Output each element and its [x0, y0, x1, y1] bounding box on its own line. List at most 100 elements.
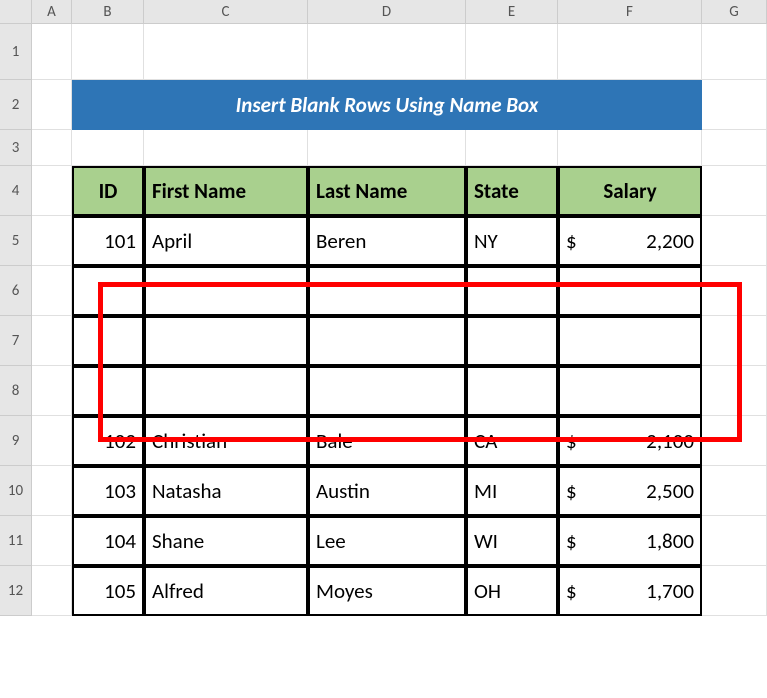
cell-C1[interactable] [144, 24, 308, 80]
select-all-corner[interactable] [0, 0, 32, 24]
cell-E5[interactable]: NY [466, 216, 558, 266]
cell-E1[interactable] [466, 24, 558, 80]
cell-B6[interactable] [72, 266, 144, 316]
cell-A6[interactable] [32, 266, 72, 316]
col-header-c[interactable]: C [144, 0, 308, 24]
cell-B9[interactable]: 102 [72, 416, 144, 466]
cell-G4[interactable] [702, 166, 767, 216]
cell-A5[interactable] [32, 216, 72, 266]
cell-C9[interactable]: Christian [144, 416, 308, 466]
cell-G2[interactable] [702, 80, 767, 130]
cell-D10[interactable]: Austin [308, 466, 466, 516]
cell-A7[interactable] [32, 316, 72, 366]
cell-F1[interactable] [558, 24, 702, 80]
col-header-b[interactable]: B [72, 0, 144, 24]
cell-G7[interactable] [702, 316, 767, 366]
row-header-5[interactable]: 5 [0, 216, 32, 266]
cell-D7[interactable] [308, 316, 466, 366]
header-lastName[interactable]: Last Name [308, 166, 466, 216]
cell-G10[interactable] [702, 466, 767, 516]
title-cell[interactable]: Insert Blank Rows Using Name Box [72, 80, 702, 130]
cell-D3[interactable] [308, 130, 466, 166]
header-state[interactable]: State [466, 166, 558, 216]
cell-D6[interactable] [308, 266, 466, 316]
cell-E6[interactable] [466, 266, 558, 316]
cell-E9[interactable]: CA [466, 416, 558, 466]
cell-G11[interactable] [702, 516, 767, 566]
cell-E7[interactable] [466, 316, 558, 366]
cell-G9[interactable] [702, 416, 767, 466]
cell-A3[interactable] [32, 130, 72, 166]
header-salary[interactable]: Salary [558, 166, 702, 216]
row-header-8[interactable]: 8 [0, 366, 32, 416]
col-header-g[interactable]: G [702, 0, 767, 24]
cell-F3[interactable] [558, 130, 702, 166]
row-header-3[interactable]: 3 [0, 130, 32, 166]
cell-C11[interactable]: Shane [144, 516, 308, 566]
row-header-1[interactable]: 1 [0, 24, 32, 80]
cell-D5[interactable]: Beren [308, 216, 466, 266]
header-firstName[interactable]: First Name [144, 166, 308, 216]
row-header-6[interactable]: 6 [0, 266, 32, 316]
cell-G12[interactable] [702, 566, 767, 616]
cell-B11[interactable]: 104 [72, 516, 144, 566]
cell-F7[interactable] [558, 316, 702, 366]
cell-B8[interactable] [72, 366, 144, 416]
cell-F9[interactable]: $2,100 [558, 416, 702, 466]
cell-C10[interactable]: Natasha [144, 466, 308, 516]
cell-F10[interactable]: $2,500 [558, 466, 702, 516]
row-header-12[interactable]: 12 [0, 566, 32, 616]
row-header-4[interactable]: 4 [0, 166, 32, 216]
cell-F6[interactable] [558, 266, 702, 316]
cell-B7[interactable] [72, 316, 144, 366]
cell-C5[interactable]: April [144, 216, 308, 266]
cell-F5[interactable]: $2,200 [558, 216, 702, 266]
cell-A4[interactable] [32, 166, 72, 216]
cell-C7[interactable] [144, 316, 308, 366]
cell-F8[interactable] [558, 366, 702, 416]
cell-C3[interactable] [144, 130, 308, 166]
col-header-a[interactable]: A [32, 0, 72, 24]
cell-D12[interactable]: Moyes [308, 566, 466, 616]
cell-B12[interactable]: 105 [72, 566, 144, 616]
cell-D9[interactable]: Bale [308, 416, 466, 466]
cell-A2[interactable] [32, 80, 72, 130]
cell-C8[interactable] [144, 366, 308, 416]
row-header-7[interactable]: 7 [0, 316, 32, 366]
cell-A9[interactable] [32, 416, 72, 466]
cell-D1[interactable] [308, 24, 466, 80]
cell-E12[interactable]: OH [466, 566, 558, 616]
cell-G1[interactable] [702, 24, 767, 80]
cell-E8[interactable] [466, 366, 558, 416]
cell-A1[interactable] [32, 24, 72, 80]
cell-A11[interactable] [32, 516, 72, 566]
row-header-11[interactable]: 11 [0, 516, 32, 566]
col-header-e[interactable]: E [466, 0, 558, 24]
row-header-9[interactable]: 9 [0, 416, 32, 466]
cell-A12[interactable] [32, 566, 72, 616]
col-header-f[interactable]: F [558, 0, 702, 24]
cell-D8[interactable] [308, 366, 466, 416]
cell-F12[interactable]: $1,700 [558, 566, 702, 616]
cell-C12[interactable]: Alfred [144, 566, 308, 616]
cell-E10[interactable]: MI [466, 466, 558, 516]
cell-E3[interactable] [466, 130, 558, 166]
cell-G5[interactable] [702, 216, 767, 266]
cell-A8[interactable] [32, 366, 72, 416]
cell-B10[interactable]: 103 [72, 466, 144, 516]
col-header-d[interactable]: D [308, 0, 466, 24]
cell-B3[interactable] [72, 130, 144, 166]
cell-F11[interactable]: $1,800 [558, 516, 702, 566]
cell-A10[interactable] [32, 466, 72, 516]
cell-C6[interactable] [144, 266, 308, 316]
header-id[interactable]: ID [72, 166, 144, 216]
row-header-10[interactable]: 10 [0, 466, 32, 516]
cell-D11[interactable]: Lee [308, 516, 466, 566]
cell-G8[interactable] [702, 366, 767, 416]
cell-E11[interactable]: WI [466, 516, 558, 566]
cell-G6[interactable] [702, 266, 767, 316]
cell-B1[interactable] [72, 24, 144, 80]
cell-B5[interactable]: 101 [72, 216, 144, 266]
row-header-2[interactable]: 2 [0, 80, 32, 130]
cell-G3[interactable] [702, 130, 767, 166]
